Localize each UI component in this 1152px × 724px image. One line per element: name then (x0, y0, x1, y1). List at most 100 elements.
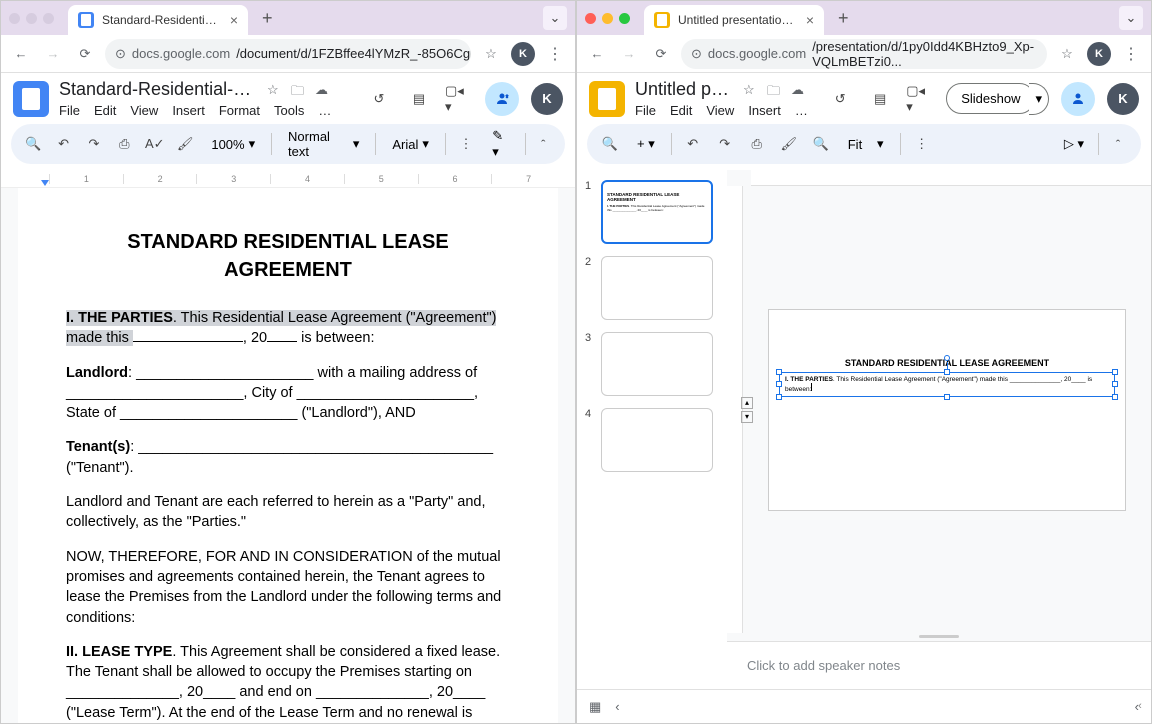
meet-icon[interactable]: ▢◂ ▾ (445, 85, 473, 113)
collapse-filmstrip-icon[interactable]: ‹ (615, 699, 619, 714)
doc-parties-def[interactable]: Landlord and Tenant are each referred to… (66, 492, 510, 533)
speaker-notes[interactable]: Click to add speaker notes (727, 641, 1151, 689)
slide-thumbnail-3[interactable] (601, 332, 713, 396)
browser-tab-slides[interactable]: Untitled presentation - Googl × (644, 5, 824, 35)
account-avatar[interactable]: K (1107, 83, 1139, 115)
search-menus-icon[interactable]: 🔍 (599, 133, 621, 155)
maximize-light[interactable] (43, 13, 54, 24)
slide-thumbnail-1[interactable]: STANDARD RESIDENTIAL LEASE AGREEMENT I. … (601, 180, 713, 244)
undo-icon[interactable]: ↶ (682, 133, 704, 155)
reload-button[interactable]: ⟳ (649, 42, 673, 66)
paint-format-icon[interactable]: 🖌 (175, 133, 195, 155)
menu-format[interactable]: Format (219, 103, 260, 118)
slide-canvas[interactable]: ▴ ▾ STANDARD RESIDENTIAL LEASE AGREEMENT… (743, 186, 1151, 633)
docs-ruler[interactable]: 1 2 3 4 5 6 7 (1, 170, 575, 188)
slideshow-button[interactable]: Slideshow (946, 83, 1035, 114)
back-button[interactable]: ← (9, 42, 33, 66)
comments-icon[interactable]: ▤ (405, 85, 433, 113)
bookmark-star-icon[interactable]: ☆ (479, 42, 503, 66)
doc-title[interactable]: STANDARD RESIDENTIAL LEASE AGREEMENT (66, 228, 510, 284)
menu-more[interactable]: … (318, 103, 331, 118)
slide-1[interactable]: STANDARD RESIDENTIAL LEASE AGREEMENT I. … (769, 310, 1125, 510)
history-icon[interactable]: ↺ (365, 85, 393, 113)
resize-handle[interactable] (1112, 394, 1118, 400)
speaker-notes-drag-handle[interactable] (919, 635, 959, 638)
resize-handle[interactable] (1112, 381, 1118, 387)
menu-more[interactable]: … (795, 103, 808, 118)
site-info-icon[interactable]: ⊙ (115, 46, 126, 62)
cloud-status-icon[interactable]: ☁ (791, 82, 807, 98)
menu-insert[interactable]: Insert (172, 103, 205, 118)
menu-edit[interactable]: Edit (670, 103, 692, 118)
move-doc-icon[interactable]: 🗀 (767, 82, 783, 98)
redo-icon[interactable]: ↷ (714, 133, 736, 155)
doc-lease-type[interactable]: II. LEASE TYPE. This Agreement shall be … (66, 642, 510, 723)
browser-menu-icon[interactable]: ⋮ (1119, 42, 1143, 66)
menu-edit[interactable]: Edit (94, 103, 116, 118)
move-doc-icon[interactable]: 🗀 (291, 82, 307, 98)
undo-icon[interactable]: ↶ (53, 133, 73, 155)
forward-button[interactable]: → (617, 42, 641, 66)
paint-format-icon[interactable]: 🖌 (778, 133, 800, 155)
spellcheck-icon[interactable]: A✓ (145, 133, 165, 155)
resize-handle[interactable] (1112, 369, 1118, 375)
collapse-toolbar-icon[interactable]: ˆ (534, 133, 553, 155)
resize-handle[interactable] (776, 394, 782, 400)
document-canvas[interactable]: STANDARD RESIDENTIAL LEASE AGREEMENT I. … (1, 188, 575, 723)
new-tab-button[interactable]: + (254, 8, 281, 29)
star-doc-icon[interactable]: ☆ (743, 82, 759, 98)
forward-button[interactable]: → (41, 42, 65, 66)
address-bar[interactable]: ⊙ docs.google.com/presentation/d/1py0Idd… (681, 39, 1047, 69)
tab-dropdown[interactable]: ⌄ (1119, 6, 1143, 30)
next-slide-down-icon[interactable]: ▾ (741, 411, 753, 423)
address-bar[interactable]: ⊙ docs.google.com/document/d/1FZBffee4lY… (105, 39, 471, 69)
doc-consideration[interactable]: NOW, THEREFORE, FOR AND IN CONSIDERATION… (66, 547, 510, 628)
toolbar-more-icon[interactable]: ⋮ (456, 133, 476, 155)
zoom-select[interactable]: 100% ▾ (205, 136, 261, 152)
menu-tools[interactable]: Tools (274, 103, 304, 118)
site-info-icon[interactable]: ⊙ (691, 46, 702, 62)
close-light[interactable] (9, 13, 20, 24)
zoom-fit-select[interactable]: Fit ▾ (842, 136, 890, 152)
collapse-toolbar-icon[interactable]: ˆ (1107, 133, 1129, 155)
menu-file[interactable]: File (59, 103, 80, 118)
resize-handle[interactable] (776, 369, 782, 375)
presentation-name[interactable]: Untitled pres... (635, 79, 735, 100)
document-name[interactable]: Standard-Residential-Lease-A... (59, 79, 259, 100)
zoom-tool-icon[interactable]: 🔍 (810, 133, 832, 155)
tab-close-icon[interactable]: × (806, 12, 814, 28)
font-select[interactable]: Arial ▾ (386, 136, 435, 152)
browser-menu-icon[interactable]: ⋮ (543, 42, 567, 66)
side-panel-toggle-icon[interactable]: ‹ (1132, 698, 1148, 714)
tab-close-icon[interactable]: × (230, 12, 238, 28)
menu-file[interactable]: File (635, 103, 656, 118)
slides-ruler-horizontal[interactable] (751, 170, 1151, 186)
slide-thumbnail-4[interactable] (601, 408, 713, 472)
star-doc-icon[interactable]: ☆ (267, 82, 283, 98)
tab-dropdown[interactable]: ⌄ (543, 6, 567, 30)
toolbar-more-icon[interactable]: ⋮ (911, 133, 933, 155)
meet-icon[interactable]: ▢◂ ▾ (906, 85, 934, 113)
reload-button[interactable]: ⟳ (73, 42, 97, 66)
minimize-light[interactable] (26, 13, 37, 24)
comments-icon[interactable]: ▤ (866, 85, 894, 113)
close-light[interactable] (585, 13, 596, 24)
menu-view[interactable]: View (130, 103, 158, 118)
slideshow-dropdown[interactable]: ▾ (1029, 83, 1049, 115)
editing-mode[interactable]: ✎ ▾ (486, 128, 517, 160)
new-tab-button[interactable]: + (830, 8, 857, 29)
maximize-light[interactable] (619, 13, 630, 24)
search-menus-icon[interactable]: 🔍 (23, 133, 43, 155)
slides-logo-icon[interactable] (589, 81, 625, 117)
doc-tenant-para[interactable]: Tenant(s): _____________________________… (66, 437, 510, 478)
cloud-status-icon[interactable]: ☁ (315, 82, 331, 98)
doc-landlord-para[interactable]: Landlord: ______________________ with a … (66, 363, 510, 424)
account-avatar[interactable]: K (531, 83, 563, 115)
share-button[interactable] (1061, 82, 1095, 116)
prev-slide-up-icon[interactable]: ▴ (741, 397, 753, 409)
docs-logo-icon[interactable] (13, 81, 49, 117)
resize-handle[interactable] (776, 381, 782, 387)
print-icon[interactable]: ⎙ (114, 133, 134, 155)
style-select[interactable]: Normal text ▾ (282, 129, 365, 159)
share-button[interactable] (485, 82, 519, 116)
